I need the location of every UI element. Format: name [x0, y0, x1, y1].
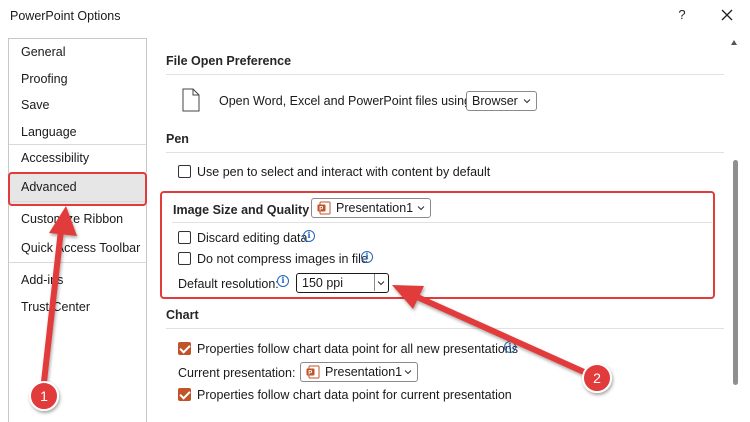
advanced-highlight-box	[8, 172, 147, 206]
sidebar-item-quick-access-toolbar[interactable]: Quick Access Toolbar	[21, 241, 140, 255]
scroll-up-arrow-icon[interactable]	[731, 40, 737, 45]
image-quality-highlight-box	[160, 191, 715, 299]
file-open-value: Browser	[472, 94, 518, 108]
pen-header: Pen	[166, 132, 189, 146]
follow-all-presentations-label: Properties follow chart data point for a…	[197, 342, 519, 356]
chevron-down-icon	[404, 370, 412, 375]
section-divider	[166, 152, 724, 153]
follow-current-presentation-checkbox[interactable]	[178, 388, 191, 401]
use-pen-label: Use pen to select and interact with cont…	[197, 165, 491, 179]
info-icon: i	[504, 341, 516, 353]
sidebar-divider	[9, 144, 146, 145]
sidebar-item-trust-center[interactable]: Trust Center	[21, 300, 90, 314]
current-presentation-value: Presentation1	[325, 365, 403, 379]
current-presentation-label: Current presentation:	[178, 366, 296, 380]
file-open-dropdown[interactable]: Browser	[466, 91, 537, 111]
sidebar-item-customize-ribbon[interactable]: Customize Ribbon	[21, 212, 123, 226]
svg-text:P: P	[308, 370, 312, 376]
sidebar-item-general[interactable]: General	[21, 45, 65, 59]
follow-all-presentations-checkbox[interactable]	[178, 342, 191, 355]
sidebar-item-proofing[interactable]: Proofing	[21, 72, 68, 86]
sidebar-item-save[interactable]: Save	[21, 98, 50, 112]
options-sidebar: General Proofing Save Language Accessibi…	[8, 38, 147, 422]
file-open-label: Open Word, Excel and PowerPoint files us…	[219, 94, 475, 108]
use-pen-checkbox[interactable]	[178, 165, 191, 178]
window-title: PowerPoint Options	[10, 9, 121, 23]
chevron-down-icon	[523, 99, 531, 104]
sidebar-item-add-ins[interactable]: Add-ins	[21, 273, 63, 287]
scrollbar-thumb[interactable]	[733, 160, 738, 385]
close-icon[interactable]	[716, 4, 738, 26]
sidebar-item-accessibility[interactable]: Accessibility	[21, 151, 89, 165]
sidebar-item-language[interactable]: Language	[21, 125, 77, 139]
sidebar-divider	[9, 262, 146, 263]
powerpoint-file-icon: P	[306, 365, 320, 379]
help-button[interactable]: ?	[672, 5, 692, 25]
follow-current-presentation-label: Properties follow chart data point for c…	[197, 388, 512, 402]
chart-header: Chart	[166, 308, 199, 322]
current-presentation-dropdown[interactable]: P Presentation1	[300, 362, 418, 382]
section-divider	[166, 74, 724, 75]
file-open-header: File Open Preference	[166, 54, 292, 68]
document-icon	[182, 88, 200, 115]
section-divider	[166, 328, 724, 329]
title-bar: PowerPoint Options ?	[0, 0, 750, 32]
